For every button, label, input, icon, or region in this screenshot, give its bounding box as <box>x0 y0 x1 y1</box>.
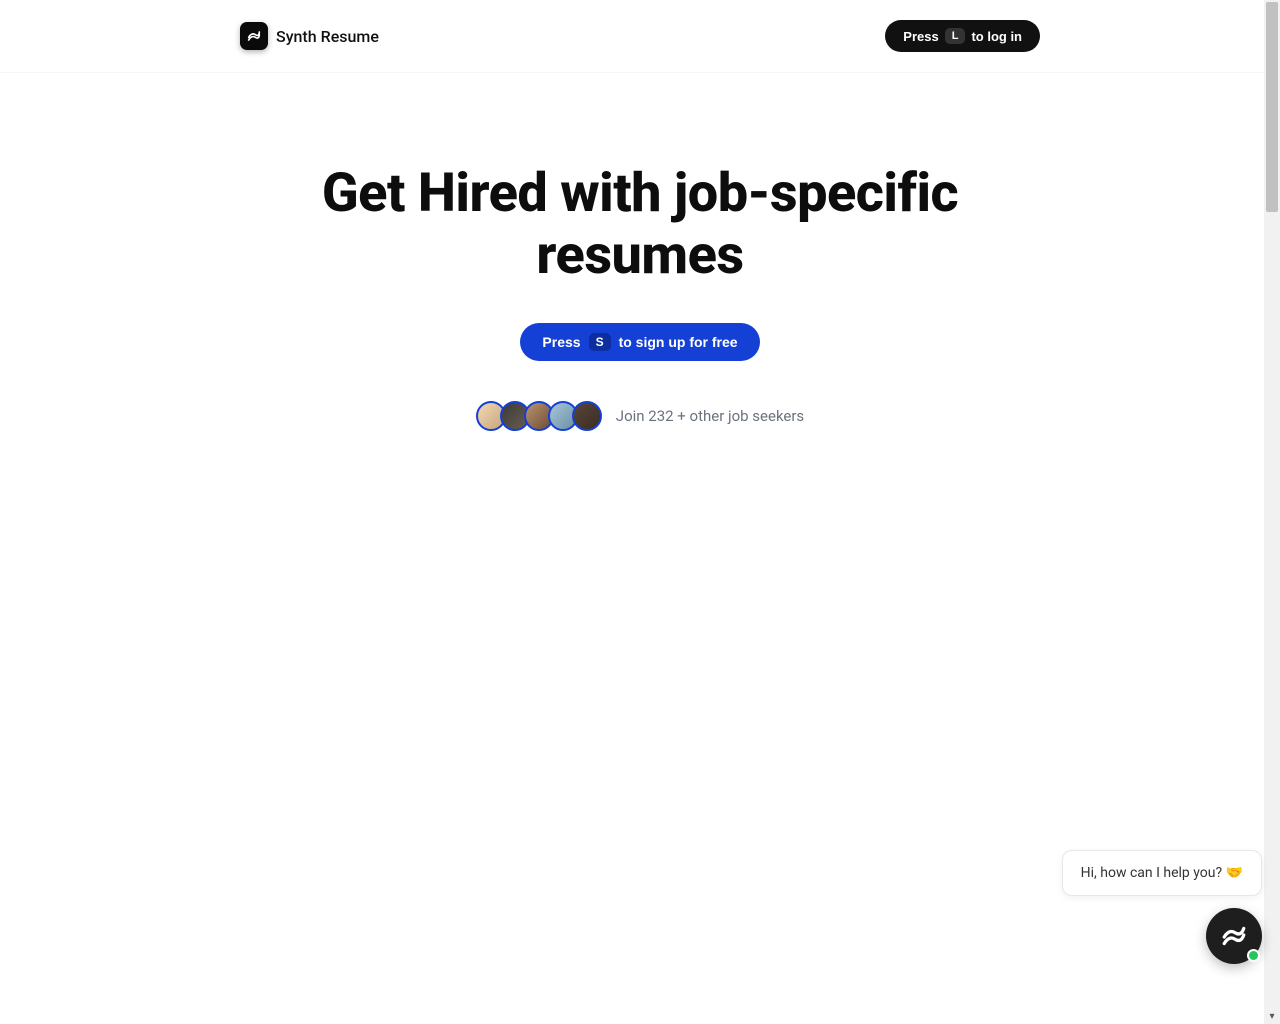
chat-greeting-bubble[interactable]: Hi, how can I help you? 🤝 <box>1062 850 1262 896</box>
signup-press-label: Press <box>542 334 580 350</box>
brand[interactable]: Synth Resume <box>240 22 379 50</box>
login-action-label: to log in <box>971 29 1022 44</box>
chat-launcher-icon <box>1221 923 1247 949</box>
chat-greeting-text: Hi, how can I help you? 🤝 <box>1081 865 1243 881</box>
brand-name: Synth Resume <box>276 27 379 46</box>
scrollbar-thumb[interactable] <box>1266 2 1278 212</box>
signup-button[interactable]: Press S to sign up for free <box>520 323 759 361</box>
hero-section: Get Hired with job-specific resumes Pres… <box>0 73 1280 431</box>
chat-launcher-button[interactable] <box>1206 908 1262 964</box>
scroll-down-arrow-icon[interactable]: ▾ <box>1264 1008 1280 1024</box>
login-button[interactable]: Press L to log in <box>885 20 1040 52</box>
avatar-stack <box>476 401 602 431</box>
page-header: Synth Resume Press L to log in <box>0 0 1280 73</box>
social-proof: Join 232 + other job seekers <box>0 401 1280 431</box>
signup-key-badge: S <box>589 333 611 351</box>
scrollbar-track[interactable]: ▾ <box>1264 0 1280 1024</box>
logo-icon <box>240 22 268 50</box>
social-proof-text: Join 232 + other job seekers <box>616 407 804 425</box>
login-key-badge: L <box>945 28 966 44</box>
avatar <box>572 401 602 431</box>
status-online-indicator <box>1247 949 1260 962</box>
hero-title: Get Hired with job-specific resumes <box>260 163 1020 287</box>
login-press-label: Press <box>903 29 938 44</box>
signup-action-label: to sign up for free <box>619 334 738 350</box>
